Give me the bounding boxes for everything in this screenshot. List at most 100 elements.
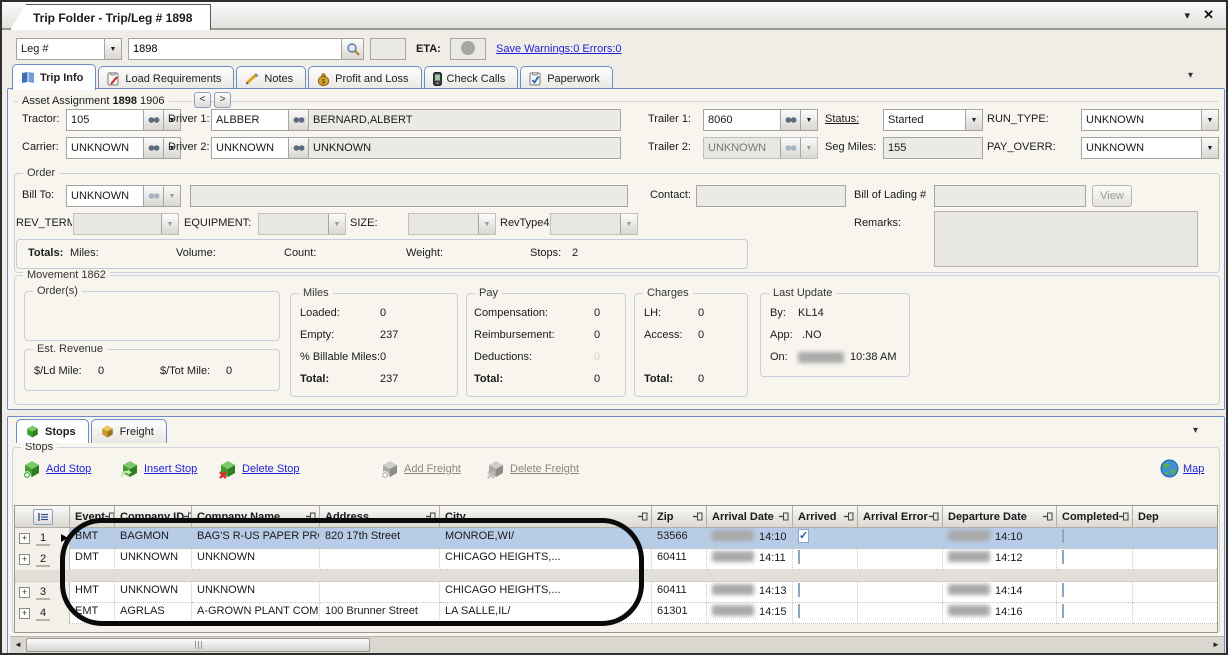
window-close-icon[interactable]: ✕ [1203, 7, 1214, 23]
pin-icon[interactable] [1119, 512, 1129, 521]
column-header-arrived[interactable]: Arrived [793, 506, 858, 528]
bill-to-combobox[interactable]: UNKNOWN ▼ [66, 185, 181, 207]
pin-icon[interactable] [844, 512, 854, 521]
pin-icon[interactable] [184, 512, 192, 521]
scroll-right-icon[interactable]: ► [1208, 637, 1224, 653]
prev-leg-button[interactable]: < [194, 92, 211, 108]
insert-stop-button[interactable]: Insert Stop [120, 459, 197, 479]
row-number[interactable]: 2 [36, 553, 50, 567]
deductions-value: 0 [594, 351, 600, 363]
column-header-departure-date[interactable]: Departure Date [943, 506, 1057, 528]
cell-completed [1057, 528, 1133, 549]
chevron-down-icon[interactable]: ▼ [104, 39, 121, 59]
column-header-event[interactable]: Event [70, 506, 115, 528]
pin-icon[interactable] [306, 512, 316, 521]
totals-volume-label: Volume: [176, 247, 216, 259]
tab-profit-and-loss[interactable]: $ Profit and Loss [308, 66, 421, 90]
tab-stops[interactable]: Stops [16, 419, 89, 443]
column-header-arrival-date[interactable]: Arrival Date [707, 506, 793, 528]
next-leg-button[interactable]: > [214, 92, 231, 108]
completed-checkbox[interactable] [1062, 604, 1064, 618]
row-number[interactable]: 4 [36, 607, 50, 621]
chevron-down-icon[interactable]: ▼ [1201, 138, 1218, 158]
table-row[interactable]: + 1 BMT BAGMON BAG'S R-US PAPER PRODUC..… [15, 528, 1217, 549]
tab-notes[interactable]: Notes [236, 66, 306, 90]
pin-icon[interactable] [929, 512, 939, 521]
binoculars-icon[interactable] [143, 138, 163, 158]
row-expander[interactable]: + [19, 587, 30, 598]
scroll-left-icon[interactable]: ◄ [10, 637, 26, 653]
arrived-checkbox[interactable] [798, 550, 800, 564]
column-header-city[interactable]: City [440, 506, 652, 528]
trailer1-combobox[interactable]: 8060 ▼ [703, 109, 818, 131]
chevron-down-icon[interactable]: ▼ [800, 110, 817, 130]
arrived-checkbox[interactable] [798, 583, 800, 597]
binoculars-icon[interactable] [288, 138, 308, 158]
pin-icon[interactable] [779, 512, 789, 521]
tractor-label: Tractor: [22, 113, 60, 125]
status-dropdown[interactable]: Started ▼ [883, 109, 983, 131]
column-header-dep[interactable]: Dep [1133, 506, 1217, 528]
tot-mile-label: $/Tot Mile: [160, 365, 210, 377]
delete-stop-button[interactable]: Delete Stop [218, 459, 299, 479]
table-row[interactable]: + 2 DMT UNKNOWN UNKNOWN CHICAGO HEIGHTS,… [15, 549, 1217, 570]
search-input[interactable] [129, 39, 341, 59]
table-row[interactable]: + 4 EMT AGRLAS A-GROWN PLANT COMPANY 100… [15, 603, 1217, 624]
row-number[interactable]: 3 [36, 586, 50, 600]
pay-override-dropdown[interactable]: UNKNOWN ▼ [1081, 137, 1219, 159]
binoculars-icon[interactable] [288, 110, 308, 130]
completed-checkbox[interactable] [1062, 583, 1064, 597]
row-gutter: + 4 [15, 603, 70, 624]
stops-tabstrip-caret-icon[interactable]: ▾ [1193, 425, 1198, 436]
scrollbar-thumb[interactable] [26, 638, 370, 652]
pin-icon[interactable] [1043, 512, 1053, 521]
horizontal-scrollbar[interactable]: ◄ ► [10, 636, 1224, 653]
search-type-combobox[interactable]: Leg # ▼ [16, 38, 122, 60]
tab-freight[interactable]: Freight [91, 419, 167, 443]
column-header-zip[interactable]: Zip [652, 506, 707, 528]
binoculars-icon[interactable] [143, 110, 163, 130]
tab-check-calls[interactable]: Check Calls [424, 66, 519, 90]
pin-icon[interactable] [638, 512, 648, 521]
tab-load-requirements[interactable]: Load Requirements [98, 66, 234, 90]
add-stop-button[interactable]: Add Stop [22, 459, 91, 479]
save-warnings-link[interactable]: Save Warnings:0 Errors:0 [496, 43, 622, 55]
column-header-completed[interactable]: Completed [1057, 506, 1133, 528]
pin-icon[interactable] [105, 512, 115, 521]
row-expander[interactable]: + [19, 554, 30, 565]
chevron-down-icon[interactable]: ▼ [1201, 110, 1218, 130]
column-header-arrival-error[interactable]: Arrival Error [858, 506, 943, 528]
tabstrip-overflow-caret-icon[interactable]: ▾ [1188, 70, 1193, 81]
column-header-company-id[interactable]: Company ID [115, 506, 192, 528]
carrier-combobox[interactable]: UNKNOWN ▼ [66, 137, 181, 159]
cell-address: 100 Brunner Street [320, 603, 440, 624]
arrived-checkbox[interactable] [798, 529, 809, 543]
tractor-combobox[interactable]: 105 ▼ [66, 109, 181, 131]
column-header-company-name[interactable]: Company Name [192, 506, 320, 528]
tab-trip-info[interactable]: Trip Info [12, 64, 96, 90]
column-header-address[interactable]: Address [320, 506, 440, 528]
row-expander[interactable]: + [19, 533, 30, 544]
row-number[interactable]: 1 [36, 532, 50, 546]
search-icon[interactable] [341, 39, 363, 59]
tab-paperwork[interactable]: Paperwork [520, 66, 613, 90]
arrived-checkbox[interactable] [798, 604, 800, 618]
chevron-down-icon[interactable]: ▼ [965, 110, 982, 130]
run-type-dropdown[interactable]: UNKNOWN ▼ [1081, 109, 1219, 131]
binoculars-icon[interactable] [780, 110, 800, 130]
redacted-date [712, 584, 754, 595]
pin-icon[interactable] [693, 512, 703, 521]
table-row[interactable]: + 3 HMT UNKNOWN UNKNOWN CHICAGO HEIGHTS,… [15, 582, 1217, 603]
row-expander[interactable]: + [19, 608, 30, 619]
map-button[interactable]: Map [1160, 459, 1204, 478]
cell-company-id: UNKNOWN [115, 582, 192, 603]
pin-icon[interactable] [426, 512, 436, 521]
status-label[interactable]: Status: [825, 113, 859, 125]
field-chooser-icon[interactable] [33, 509, 53, 525]
window-title-tab[interactable]: Trip Folder - Trip/Leg # 1898 [10, 4, 211, 30]
completed-checkbox[interactable] [1062, 529, 1064, 543]
cell-departure-date: 14:16 [943, 603, 1057, 624]
completed-checkbox[interactable] [1062, 550, 1064, 564]
deductions-label: Deductions: [474, 351, 532, 363]
window-menu-caret-icon[interactable]: ▾ [1184, 9, 1190, 22]
